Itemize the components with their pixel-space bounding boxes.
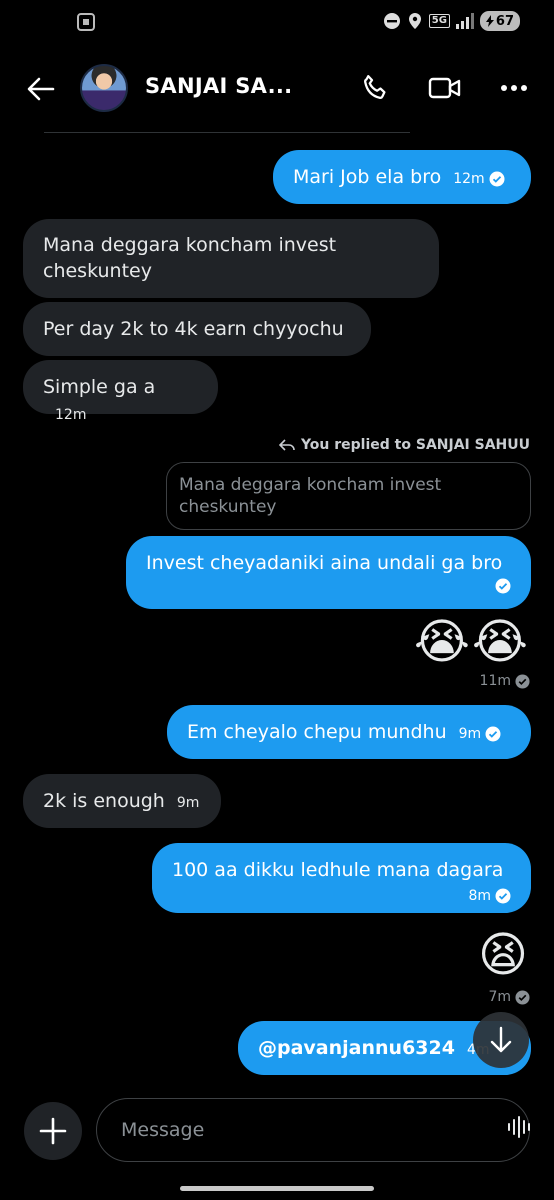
message-time: 12m [55, 407, 87, 423]
quoted-text: Mana deggara koncham invest cheskuntey [179, 475, 442, 517]
reply-indicator: You replied to SANJAI SAHUU [278, 437, 530, 453]
more-options-button[interactable] [496, 70, 532, 106]
message-text: Per day 2k to 4k earn chyyochu [43, 318, 344, 340]
message-bubble-outgoing[interactable]: 100 aa dikku ledhule mana dagara 8m [152, 843, 531, 913]
message-input[interactable]: Message [96, 1098, 530, 1162]
message-time: 12m [453, 171, 485, 187]
scroll-to-bottom-button[interactable] [473, 1012, 529, 1068]
contact-avatar[interactable] [80, 64, 128, 112]
message-composer: Message [0, 1094, 554, 1170]
arrow-down-icon [490, 1026, 512, 1053]
arrow-left-icon [27, 77, 55, 101]
status-bar: 5G 67 [0, 0, 554, 44]
message-text: Em cheyalo chepu mundhu [187, 721, 447, 743]
message-text: Invest cheyadaniki aina undali ga bro [146, 552, 503, 574]
message-meta: 7m [488, 989, 530, 1005]
voice-message-icon[interactable] [506, 1114, 532, 1140]
message-text: Mana deggara koncham invest cheskuntey [43, 234, 337, 282]
message-bubble-incoming[interactable]: Per day 2k to 4k earn chyyochu [23, 302, 371, 356]
contact-name[interactable]: SANJAI SA... [145, 74, 292, 98]
home-indicator [180, 1186, 374, 1191]
message-time: 9m [458, 726, 482, 742]
charging-icon [485, 15, 494, 27]
message-bubble-incoming[interactable]: 2k is enough 9m [23, 774, 221, 828]
plus-icon [39, 1117, 67, 1145]
message-bubble-outgoing[interactable]: Em cheyalo chepu mundhu 9m [167, 705, 531, 759]
more-dots-icon [501, 85, 527, 91]
back-button[interactable] [24, 72, 58, 106]
mention-link[interactable]: @pavanjannu6324 [258, 1037, 455, 1059]
call-button[interactable] [357, 70, 393, 106]
message-meta: 11m [480, 673, 530, 689]
read-check-icon [515, 989, 530, 1005]
message-time: 11m [479, 673, 511, 689]
read-check-icon [495, 888, 511, 904]
read-check-icon [489, 171, 505, 187]
header-divider [44, 132, 410, 133]
message-time: 8m [468, 888, 491, 904]
phone-icon [364, 75, 386, 99]
read-check-icon [515, 673, 530, 689]
message-text: Simple ga a [43, 376, 156, 398]
add-attachment-button[interactable] [24, 1102, 82, 1160]
signal-icon [455, 13, 474, 29]
message-bubble-incoming[interactable]: Simple ga a 12m [23, 360, 218, 423]
read-check-icon [485, 726, 501, 742]
conversation-header: SANJAI SA... [0, 44, 554, 133]
message-bubble-outgoing[interactable]: Mari Job ela bro 12m [273, 150, 531, 204]
location-icon [408, 13, 421, 29]
do-not-disturb-icon [383, 13, 400, 29]
message-text: Mari Job ela bro [293, 166, 442, 188]
video-call-button[interactable] [427, 70, 463, 106]
message-time: 7m [488, 989, 511, 1005]
message-bubble-incoming[interactable]: Mana deggara koncham invest cheskuntey [23, 219, 439, 298]
battery-indicator: 67 [479, 11, 520, 31]
message-text: 2k is enough [43, 790, 165, 812]
reply-note-text: You replied to SANJAI SAHUU [300, 437, 530, 453]
message-time: 9m [176, 795, 200, 811]
read-check-icon [495, 578, 511, 594]
screenshot-icon [77, 13, 95, 31]
video-camera-icon [428, 77, 461, 99]
reply-arrow-icon [278, 439, 295, 451]
emoji-message[interactable]: 😭😭 [414, 614, 530, 670]
message-bubble-outgoing[interactable]: Invest cheyadaniki aina undali ga bro [126, 536, 531, 609]
emoji-message[interactable]: 😫 [478, 927, 530, 983]
battery-level: 67 [495, 13, 514, 29]
message-text: 100 aa dikku ledhule mana dagara [172, 859, 504, 881]
network-type: 5G [428, 14, 450, 28]
quoted-message[interactable]: Mana deggara koncham invest cheskuntey [166, 462, 531, 530]
